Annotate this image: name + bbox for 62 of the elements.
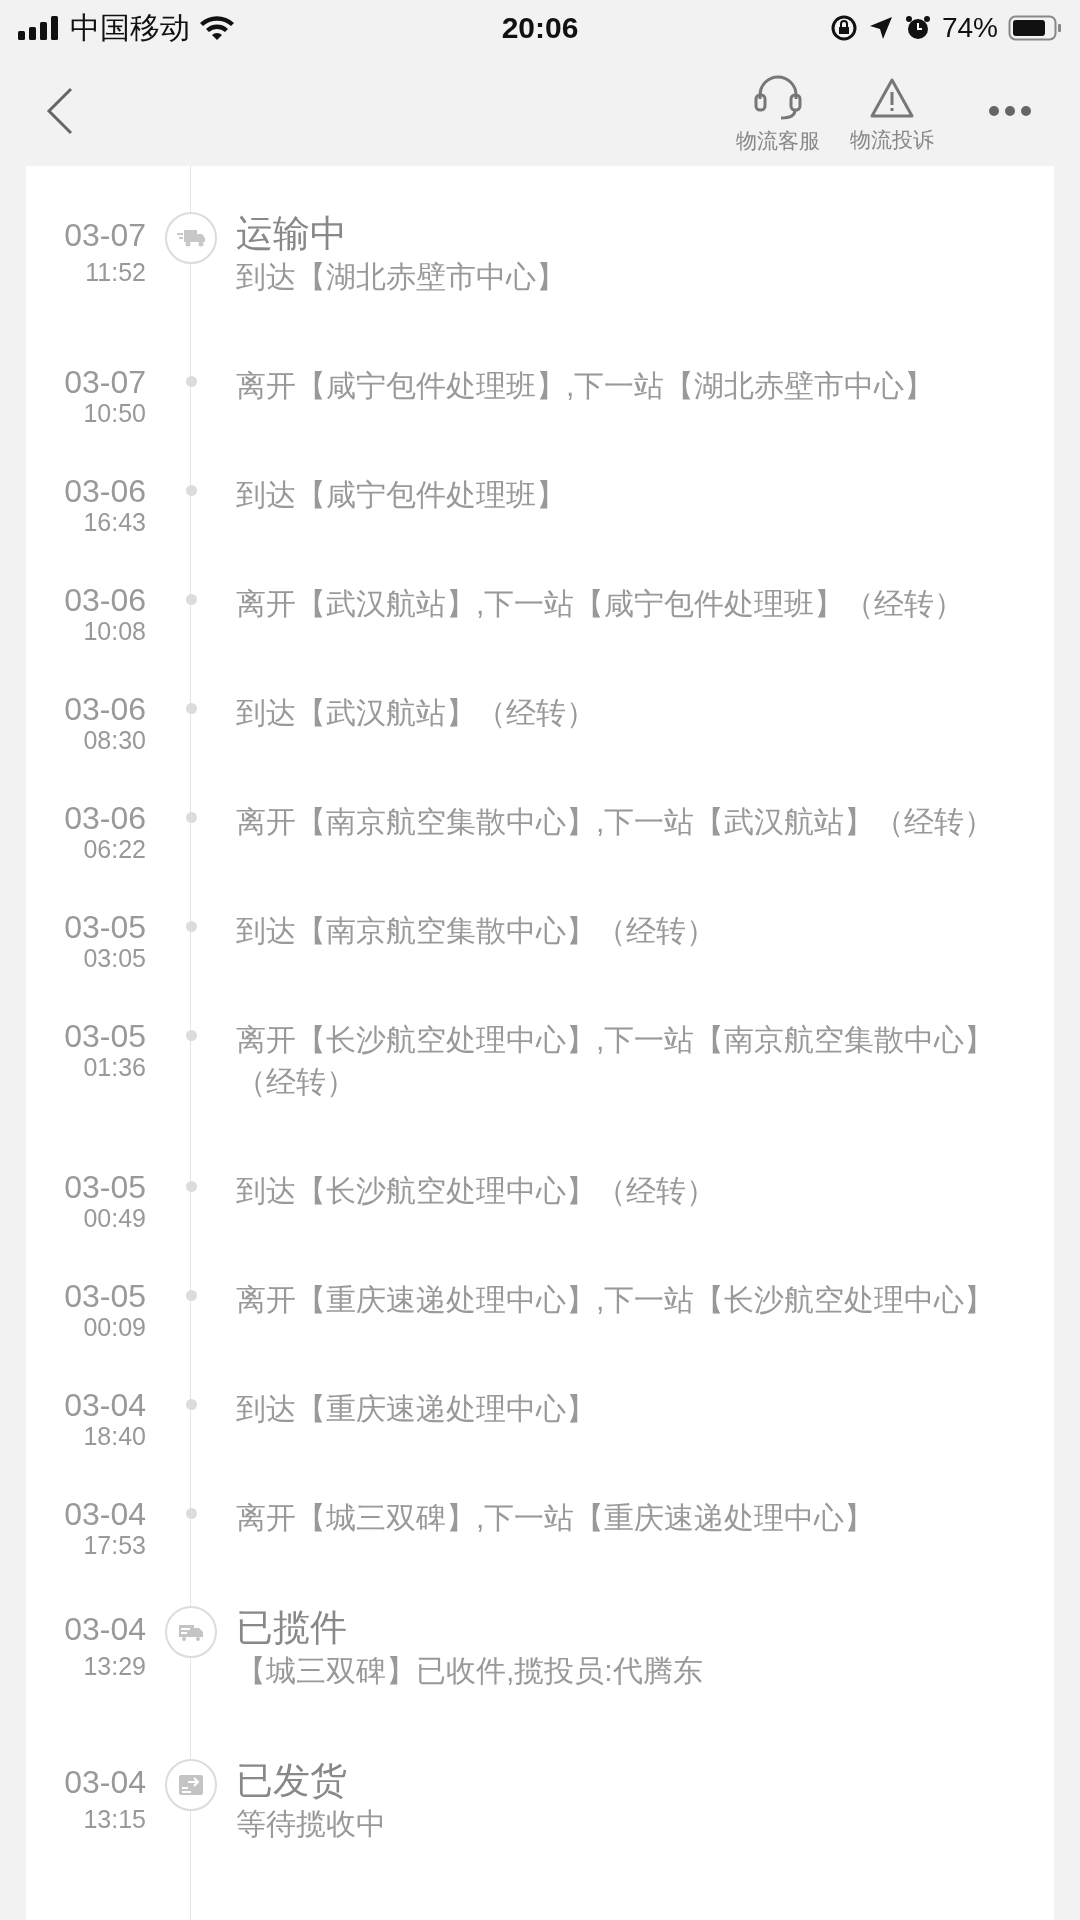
event-detail: 到达【湖北赤壁市中心】 <box>236 259 567 295</box>
back-icon <box>46 86 74 135</box>
event-detail: 到达【咸宁包件处理班】 <box>236 477 567 513</box>
action-label: 物流客服 <box>736 127 820 154</box>
event-detail: 离开【南京航空集散中心】,下一站【武汉航站】（经转） <box>236 804 996 840</box>
event-date: 03-04 <box>64 1765 146 1799</box>
event-time: 01:36 <box>83 1053 146 1081</box>
event-time: 03:05 <box>83 944 146 972</box>
event-time: 08:30 <box>83 726 146 754</box>
event-date: 03-06 <box>64 801 146 835</box>
event-date: 03-04 <box>64 1388 146 1422</box>
event-date: 03-05 <box>64 1019 146 1053</box>
status-title: 已发货 <box>236 1759 348 1803</box>
event-time: 06:22 <box>83 835 146 863</box>
truck-icon <box>176 228 206 248</box>
headset-icon <box>752 74 804 121</box>
wifi-icon <box>198 13 236 42</box>
event-date: 03-06 <box>64 583 146 617</box>
event-time: 13:15 <box>83 1805 146 1833</box>
action-label: 物流投诉 <box>850 126 934 153</box>
event-date: 03-04 <box>64 1612 146 1646</box>
event-time: 13:29 <box>83 1652 146 1680</box>
alarm-icon <box>903 13 932 42</box>
event-time: 18:40 <box>83 1422 146 1450</box>
clock-time: 20:06 <box>500 10 580 46</box>
rotation-lock-icon <box>829 13 858 42</box>
status-title: 已揽件 <box>236 1606 348 1650</box>
more-icon <box>988 104 1032 117</box>
event-time: 16:43 <box>83 508 146 536</box>
status-title: 运输中 <box>236 212 348 256</box>
event-date: 03-05 <box>64 1279 146 1313</box>
event-time: 17:53 <box>83 1531 146 1559</box>
truck-icon <box>177 1622 205 1642</box>
send-icon <box>178 1774 204 1796</box>
event-date: 03-07 <box>64 365 146 399</box>
carrier-name: 中国移动 <box>70 10 190 46</box>
battery-percent: 74% <box>941 10 998 45</box>
event-time: 00:09 <box>83 1313 146 1341</box>
event-time: 11:52 <box>85 258 146 286</box>
event-detail: 离开【重庆速递处理中心】,下一站【长沙航空处理中心】 <box>236 1282 996 1318</box>
event-date: 03-06 <box>64 474 146 508</box>
event-date: 03-05 <box>64 1170 146 1204</box>
event-time: 00:49 <box>83 1204 146 1232</box>
event-detail: 到达【武汉航站】（经转） <box>236 695 597 731</box>
event-time: 10:08 <box>83 617 146 645</box>
event-detail: 离开【长沙航空处理中心】,下一站【南京航空集散中心】（经转） <box>236 1022 996 1100</box>
event-date: 03-04 <box>64 1497 146 1531</box>
nav-action-button[interactable]: 物流投诉 <box>840 65 944 156</box>
event-detail: 到达【长沙航空处理中心】（经转） <box>236 1173 717 1209</box>
event-detail: 【城三双碑】已收件,揽投员:代腾东 <box>236 1653 704 1689</box>
event-date: 03-06 <box>64 692 146 726</box>
event-detail: 到达【重庆速递处理中心】 <box>236 1391 597 1427</box>
event-time: 10:50 <box>83 399 146 427</box>
event-detail: 离开【武汉航站】,下一站【咸宁包件处理班】（经转） <box>236 586 966 622</box>
event-date: 03-07 <box>64 218 146 252</box>
event-date: 03-05 <box>64 910 146 944</box>
event-detail: 到达【南京航空集散中心】（经转） <box>236 913 717 949</box>
nav-action-button[interactable]: 物流客服 <box>726 64 830 157</box>
event-detail: 等待揽收中 <box>236 1806 387 1842</box>
event-detail: 离开【城三双碑】,下一站【重庆速递处理中心】 <box>236 1500 876 1536</box>
battery-icon <box>1008 14 1062 41</box>
event-detail: 离开【咸宁包件处理班】,下一站【湖北赤壁市中心】 <box>236 368 936 404</box>
